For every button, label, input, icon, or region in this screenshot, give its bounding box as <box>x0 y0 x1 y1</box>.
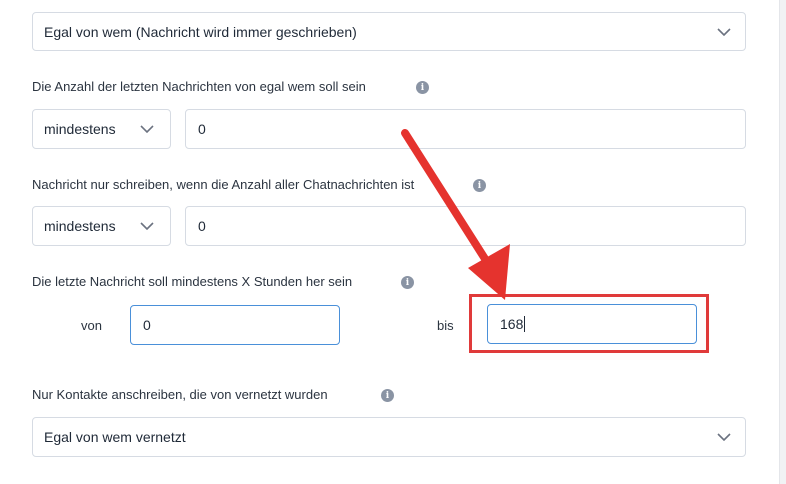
chevron-down-icon <box>140 222 154 230</box>
hours-from-value: 0 <box>143 317 151 333</box>
last-messages-operator-value: mindestens <box>44 121 116 137</box>
last-messages-operator-select[interactable]: mindestens <box>32 109 171 149</box>
info-icon[interactable]: i <box>381 389 394 402</box>
to-label: bis <box>437 318 454 333</box>
info-icon[interactable]: i <box>401 276 414 289</box>
scrollbar[interactable] <box>779 0 786 484</box>
sender-select-value: Egal von wem (Nachricht wird immer gesch… <box>44 23 357 40</box>
hours-to-input[interactable]: 168 <box>487 304 697 344</box>
info-icon[interactable]: i <box>416 81 429 94</box>
from-label: von <box>81 318 102 333</box>
total-chat-messages-value: 0 <box>198 218 206 234</box>
total-chat-messages-label: Nachricht nur schreiben, wenn die Anzahl… <box>32 177 415 192</box>
total-chat-operator-select[interactable]: mindestens <box>32 206 171 246</box>
total-chat-operator-value: mindestens <box>44 218 116 234</box>
connected-contacts-select[interactable]: Egal von wem vernetzt <box>32 417 746 457</box>
last-messages-count-value: 0 <box>198 121 206 137</box>
chevron-down-icon <box>717 27 731 36</box>
total-chat-messages-input[interactable]: 0 <box>185 206 746 246</box>
text-cursor <box>524 316 526 332</box>
connected-contacts-label: Nur Kontakte anschreiben, die von vernet… <box>32 387 328 402</box>
sender-select[interactable]: Egal von wem (Nachricht wird immer gesch… <box>32 12 746 51</box>
info-icon[interactable]: i <box>473 179 486 192</box>
hours-to-value: 168 <box>500 316 524 332</box>
chevron-down-icon <box>717 433 731 441</box>
last-messages-count-input[interactable]: 0 <box>185 109 746 149</box>
connected-contacts-value: Egal von wem vernetzt <box>44 429 186 445</box>
hours-since-last-message-label: Die letzte Nachricht soll mindestens X S… <box>32 274 353 289</box>
last-messages-count-label: Die Anzahl der letzten Nachrichten von e… <box>32 79 366 94</box>
chevron-down-icon <box>140 125 154 133</box>
hours-from-input[interactable]: 0 <box>130 305 340 345</box>
filter-settings-panel: Egal von wem (Nachricht wird immer gesch… <box>0 0 786 484</box>
